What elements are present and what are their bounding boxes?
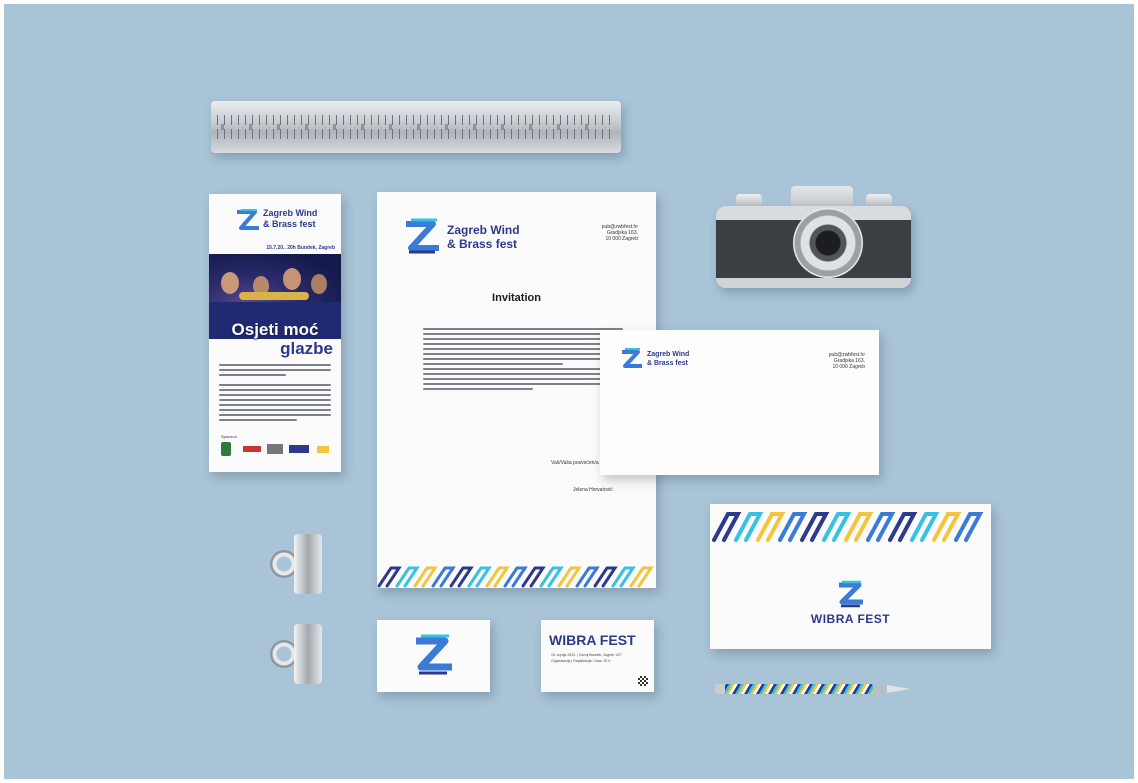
business-card-back: WIBRA FEST 15. srpnja 2023. | Gornji Bun… (541, 620, 654, 692)
sponsor-logos (221, 442, 331, 456)
letterhead-brand-line2: & Brass fest (447, 237, 518, 251)
binder-clip-top (270, 534, 326, 594)
camera (716, 176, 911, 292)
flyer-headline-2: glazbe (280, 339, 333, 358)
flyer-sponsors-label: Sponzori (221, 434, 237, 439)
compliment-card: Zagreb Wind & Brass fest pub@zwbfest.hr … (600, 330, 879, 475)
brand-logo-icon (237, 209, 259, 230)
flyer-brand-line2: & Brass fest (263, 219, 316, 229)
business-card-front (377, 620, 490, 692)
letterhead-address: pub@zwbfest.hr Gradjska 163, 10 000 Zagr… (601, 224, 638, 242)
photo-scene: Zagreb Wind & Brass fest 15.7.20.. 20h B… (4, 4, 1134, 779)
flyer-brand-line1: Zagreb Wind (263, 208, 318, 218)
letterhead-brand-line1: Zagreb Wind (447, 223, 520, 237)
metal-ruler (211, 101, 621, 153)
envelope-title: WIBRA FEST (810, 612, 891, 626)
business-card-line1: 15. srpnja 2023. | Gornji Bundek, Zagreb… (551, 653, 622, 657)
flyer-headline-1: Osjeti moć (231, 320, 319, 339)
letterhead-signature: Jelena Horvatović (573, 487, 613, 493)
card-logo: Zagreb Wind & Brass fest (620, 348, 710, 374)
card-brand-line1: Zagreb Wind (647, 351, 690, 358)
brand-logo-icon (406, 218, 439, 254)
card-brand-line2: & Brass fest (647, 360, 688, 367)
brand-logo-icon (416, 634, 452, 675)
business-card-title: WIBRA FEST (549, 632, 636, 648)
letterhead-closing: Vaš/Vaša posvećen/a (551, 460, 599, 466)
flyer-date: 15.7.20.. 20h Bundek, Zagreb (266, 245, 335, 251)
letterhead-body-text (423, 328, 623, 393)
flyer: Zagreb Wind & Brass fest 15.7.20.. 20h B… (209, 194, 341, 472)
large-envelope: WIBRA FEST (710, 504, 991, 649)
qr-code (638, 676, 648, 686)
letterhead-heading: Invitation (492, 292, 541, 304)
card-address: pub@zwbfest.hr Gradjska 163, 10 000 Zagr… (828, 352, 865, 370)
flyer-logo: Zagreb Wind & Brass fest (235, 206, 325, 236)
letterhead-pattern (377, 564, 656, 588)
craft-knife (715, 682, 913, 696)
business-card-line2: Organizacija | Registracija / Ulaz: 20 h (551, 659, 611, 663)
brand-logo-icon (839, 580, 863, 608)
letterhead-logo: Zagreb Wind & Brass fest (403, 218, 533, 258)
binder-clip-bottom (270, 624, 326, 684)
envelope-pattern (710, 504, 991, 548)
brand-logo-icon (622, 348, 642, 368)
